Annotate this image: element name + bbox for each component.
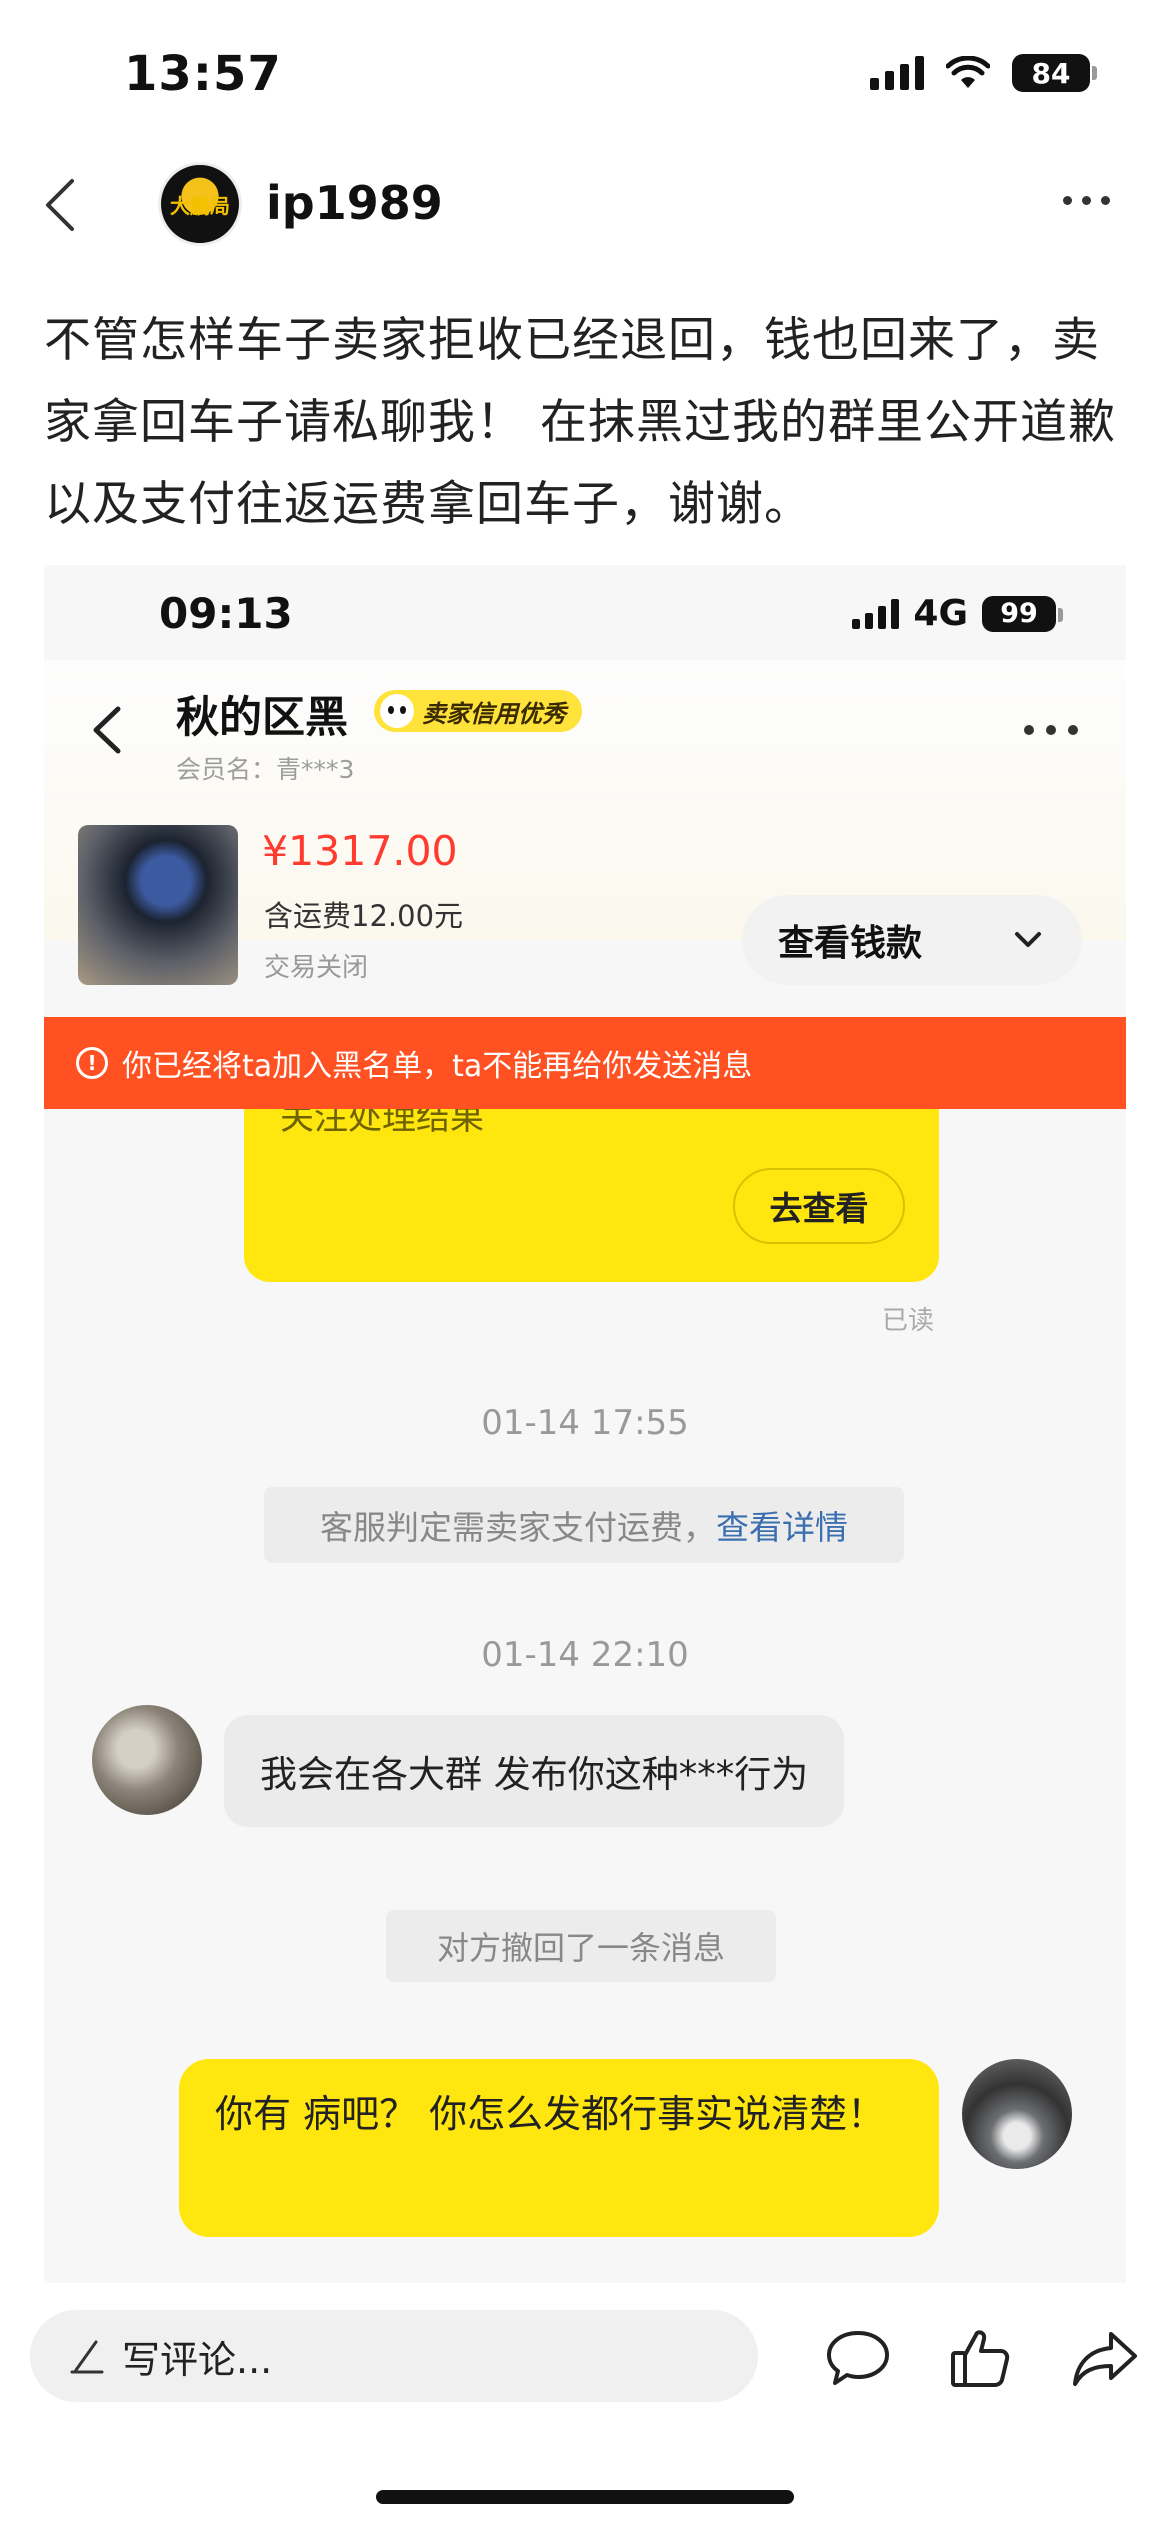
comment-icon (827, 2331, 889, 2385)
warning-icon: ! (76, 1047, 108, 1079)
system-note-text: 客服判定需卖家支付运费， (320, 1508, 716, 1547)
credit-badge-label: 卖家信用优秀 (422, 699, 566, 728)
timestamp: 01-14 17:55 (481, 1403, 689, 1443)
timestamp: 01-14 22:10 (481, 1635, 689, 1675)
battery-indicator: 84 (1012, 54, 1097, 92)
comment-button[interactable] (818, 2318, 898, 2398)
author-avatar[interactable]: 大鵬局 (158, 162, 242, 246)
my-avatar (962, 2059, 1072, 2169)
member-name: 会员名：青***3 (176, 755, 355, 784)
share-button[interactable] (1065, 2318, 1145, 2398)
contact-name: 秋的区黑 (176, 693, 348, 743)
share-icon (1073, 2332, 1137, 2386)
mascot-icon (380, 694, 414, 728)
goto-view-button: 去查看 (733, 1168, 905, 1244)
inner-cellular-signal-icon (852, 598, 900, 629)
product-image (78, 825, 238, 985)
back-icon (93, 706, 121, 754)
avatar-logo-text: 大鵬局 (170, 193, 230, 218)
view-details-link: 查看详情 (716, 1508, 848, 1547)
like-icon (951, 2330, 1010, 2387)
blacklist-warning-text: 你已经将ta加入黑名单，ta不能再给你发送消息 (122, 1049, 753, 1084)
cellular-signal-icon (870, 56, 924, 90)
my-message-bubble: 你有 病吧？ 你怎么发都行事实说清楚！ (179, 2059, 939, 2237)
chat-back-button (92, 700, 140, 760)
status-icons: 84 (870, 54, 1097, 92)
view-money-label: 查看钱款 (778, 923, 923, 964)
read-receipt: 已读 (882, 1306, 935, 1336)
seller-credit-badge: 卖家信用优秀 (374, 690, 582, 732)
trade-status: 交易关闭 (264, 953, 369, 983)
more-icon (1024, 725, 1078, 735)
status-time: 13:57 (124, 46, 282, 102)
comment-input[interactable]: 写评论... (30, 2310, 758, 2402)
peer-message-bubble: 我会在各大群 发布你这种***行为 (224, 1715, 845, 1827)
back-icon (46, 179, 74, 231)
network-type: 4G (913, 593, 968, 634)
author-username[interactable]: ip1989 (266, 176, 443, 230)
wifi-icon (946, 56, 990, 88)
inner-status-time: 09:13 (159, 589, 293, 638)
system-note: 客服判定需卖家支付运费， 查看详情 (264, 1487, 904, 1563)
chevron-down-icon (1015, 932, 1041, 947)
inner-status-icons: 4G 99 (852, 593, 1063, 634)
inner-battery-indicator: 99 (982, 595, 1063, 632)
embedded-chat-screenshot: 09:13 4G 99 秋的区黑 卖家信用优秀 会员名：青***3 ¥1317.… (44, 565, 1126, 2283)
blacklist-warning-bar: ! 你已经将ta加入黑名单，ta不能再给你发送消息 (44, 1017, 1126, 1109)
shipping-info: 含运费12.00元 (264, 899, 464, 933)
back-button[interactable] (30, 175, 90, 235)
peer-avatar (92, 1705, 202, 1815)
view-money-button: 查看钱款 (742, 895, 1082, 985)
more-icon[interactable] (1063, 196, 1110, 205)
comment-placeholder: 写评论... (122, 2337, 273, 2382)
post-text: 不管怎样车子卖家拒收已经退回，钱也回来了，卖家拿回车子请私聊我！ 在抹黑过我的群… (44, 313, 1116, 532)
product-price: ¥1317.00 (262, 827, 458, 875)
like-button[interactable] (940, 2318, 1020, 2398)
home-indicator (376, 2490, 794, 2504)
pen-icon (66, 2336, 106, 2376)
recall-note: 对方撤回了一条消息 (386, 1910, 776, 1982)
